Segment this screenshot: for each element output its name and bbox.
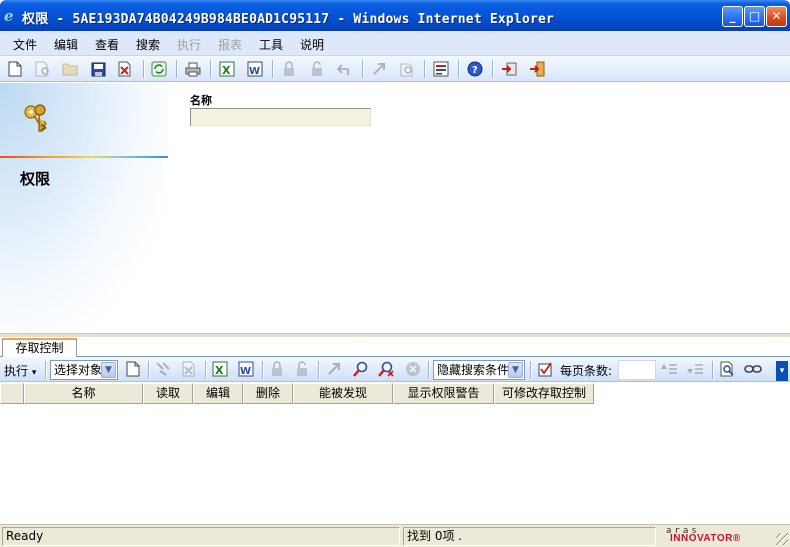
unlock-icon[interactable] <box>308 60 326 78</box>
toolbar-overflow-icon[interactable]: ▾ <box>776 361 788 381</box>
word-export-icon[interactable]: W <box>246 60 264 78</box>
menu-file[interactable]: 文件 <box>13 36 37 53</box>
svg-text:?: ? <box>472 65 478 76</box>
column-header-read[interactable]: 读取 <box>143 383 193 404</box>
window-title: 权限 - 5AE193DA74B04249B984BE0AD1C95117 - … <box>22 12 555 27</box>
menu-help[interactable]: 说明 <box>300 36 324 53</box>
print-preview-icon[interactable] <box>34 60 52 78</box>
clear-search-icon[interactable] <box>377 360 395 378</box>
print-icon[interactable] <box>184 60 202 78</box>
close-window-icon[interactable] <box>500 60 518 78</box>
undo-icon[interactable] <box>336 60 354 78</box>
promote-icon[interactable] <box>325 360 343 378</box>
pick-related-icon[interactable] <box>154 360 172 378</box>
page-size-input[interactable] <box>618 360 656 380</box>
search-mode-dropdown[interactable]: 隐藏搜索条件 ▼ <box>433 360 525 380</box>
menu-view[interactable]: 查看 <box>95 36 119 53</box>
delete-relationship-icon[interactable] <box>180 360 198 378</box>
tab-access-control[interactable]: 存取控制 <box>2 338 77 358</box>
column-header-selector[interactable] <box>0 383 24 404</box>
help-icon[interactable]: ? <box>466 60 484 78</box>
item-form: 权限 名称 <box>0 83 790 333</box>
previous-page-icon[interactable] <box>660 360 678 378</box>
result-count: 找到 0项 . <box>403 527 656 546</box>
open-folder-icon[interactable] <box>61 60 79 78</box>
new-document-icon[interactable] <box>6 60 24 78</box>
select-object-dropdown[interactable]: 选择对象 ▼ <box>50 360 118 380</box>
execute-label: 执行 <box>4 364 29 378</box>
brand-main: INNOVATOR® <box>670 533 741 544</box>
save-icon[interactable] <box>89 60 107 78</box>
menu-search[interactable]: 搜索 <box>136 36 160 53</box>
page-size-label: 每页条数: <box>560 364 613 378</box>
exit-icon[interactable] <box>528 60 546 78</box>
maximize-button[interactable]: □ <box>744 6 765 27</box>
form-banner: 权限 <box>0 83 168 333</box>
execute-menu[interactable]: 执行 ▾ <box>4 362 36 379</box>
menu-bar: 文件 编辑 查看 搜索 执行 报表 工具 说明 <box>0 31 790 56</box>
ie-logo-icon: e <box>4 7 14 25</box>
delete-icon[interactable] <box>116 60 134 78</box>
title-bar[interactable]: e 权限 - 5AE193DA74B04249B984BE0AD1C95117 … <box>0 0 790 31</box>
svg-text:X: X <box>215 364 224 377</box>
search-icon[interactable] <box>352 360 370 378</box>
status-bar: Ready 找到 0项 . aras INNOVATOR® <box>0 524 790 547</box>
menu-edit[interactable]: 编辑 <box>54 36 78 53</box>
relationship-grid: 名称 读取 编辑 删除 能被发现 显示权限警告 可修改存取控制 <box>0 383 790 524</box>
excel-export-icon[interactable]: X <box>211 360 229 378</box>
column-header-discoverable[interactable]: 能被发现 <box>293 383 393 404</box>
chevron-down-icon: ▾ <box>31 368 37 378</box>
chevron-down-icon: ▼ <box>101 362 116 378</box>
lock-icon[interactable] <box>268 360 286 378</box>
column-header-show-warning[interactable]: 显示权限警告 <box>393 383 494 404</box>
search-mode-value: 隐藏搜索条件 <box>437 363 510 377</box>
column-header-edit[interactable]: 编辑 <box>193 383 243 404</box>
main-toolbar: X W ? <box>0 56 790 82</box>
svg-text:W: W <box>240 366 251 377</box>
promote-icon[interactable] <box>370 60 388 78</box>
select-object-value: 选择对象 <box>54 363 103 377</box>
column-header-can-change-access[interactable]: 可修改存取控制 <box>494 383 594 404</box>
checkbox-filter-icon[interactable] <box>536 360 554 378</box>
stop-icon[interactable] <box>404 360 422 378</box>
word-export-icon[interactable]: W <box>237 360 255 378</box>
chevron-down-icon: ▼ <box>508 362 523 378</box>
close-button[interactable]: ✕ <box>766 6 787 27</box>
lock-icon[interactable] <box>280 60 298 78</box>
relationship-tabs: 存取控制 <box>0 337 790 358</box>
view-item-icon[interactable] <box>718 360 736 378</box>
name-input[interactable] <box>190 108 371 126</box>
unlock-icon[interactable] <box>293 360 311 378</box>
name-label: 名称 <box>190 94 212 107</box>
aras-innovator-logo: aras INNOVATOR® <box>664 526 756 546</box>
link-icon[interactable] <box>744 360 762 378</box>
workflow-icon[interactable] <box>432 60 450 78</box>
menu-reports[interactable]: 报表 <box>218 36 242 53</box>
keys-icon <box>22 103 52 137</box>
svg-text:W: W <box>249 66 260 77</box>
column-header-name[interactable]: 名称 <box>24 383 143 404</box>
minimize-button[interactable]: _ <box>722 6 743 27</box>
status-text: Ready <box>2 527 400 546</box>
next-page-icon[interactable] <box>686 360 704 378</box>
column-header-delete[interactable]: 删除 <box>243 383 293 404</box>
relationship-toolbar: 执行 ▾ 选择对象 ▼ X W 隐藏搜索条件 ▼ 每页条数: ▾ <box>0 357 790 382</box>
resize-grip-icon[interactable] <box>776 533 788 545</box>
menu-execute[interactable]: 执行 <box>177 36 201 53</box>
excel-export-icon[interactable]: X <box>218 60 236 78</box>
new-relationship-icon[interactable] <box>124 360 142 378</box>
svg-text:X: X <box>222 64 231 77</box>
banner-divider <box>0 156 168 158</box>
menu-tools[interactable]: 工具 <box>259 36 283 53</box>
form-section-title: 权限 <box>20 170 51 188</box>
lifecycle-icon[interactable] <box>398 60 416 78</box>
refresh-icon[interactable] <box>150 60 168 78</box>
grid-header: 名称 读取 编辑 删除 能被发现 显示权限警告 可修改存取控制 <box>0 383 594 404</box>
